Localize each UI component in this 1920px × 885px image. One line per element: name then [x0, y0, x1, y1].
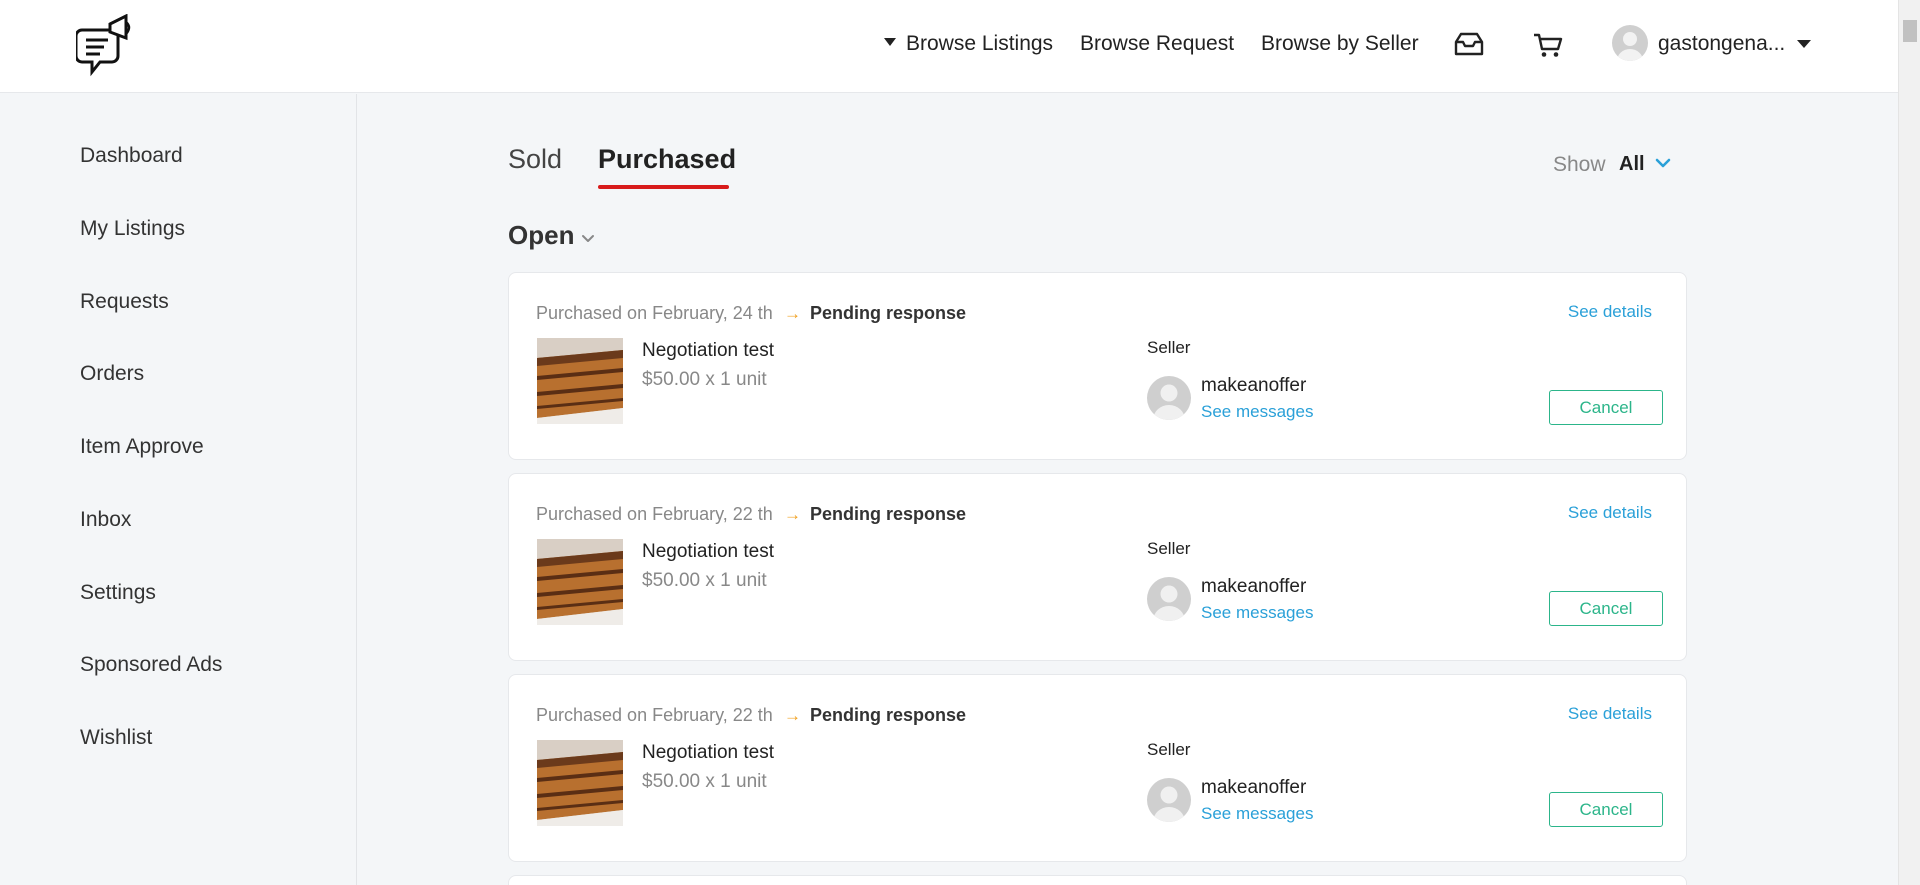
product-price: $50.00 x 1 unit: [642, 369, 767, 390]
browse-listings-menu[interactable]: Browse Listings: [884, 32, 1053, 56]
see-details-link[interactable]: See details: [1568, 302, 1652, 322]
cart-icon[interactable]: [1531, 30, 1565, 60]
order-status: Pending response: [810, 705, 967, 725]
see-messages-link[interactable]: See messages: [1201, 603, 1313, 623]
username-label[interactable]: gastongena...: [1658, 32, 1785, 56]
arrow-right-icon: →: [784, 706, 801, 725]
order-status: Pending response: [810, 303, 967, 323]
sidebar: Dashboard My Listings Requests Orders It…: [0, 94, 357, 885]
sidebar-item-requests[interactable]: Requests: [80, 290, 169, 314]
see-details-link[interactable]: See details: [1568, 503, 1652, 523]
sidebar-item-settings[interactable]: Settings: [80, 581, 156, 605]
tab-sold[interactable]: Sold: [508, 144, 562, 175]
product-title[interactable]: Negotiation test: [642, 541, 774, 563]
order-status: Pending response: [810, 504, 967, 524]
order-card: Purchased on February, 24 th → Pending r…: [508, 272, 1687, 460]
product-price: $50.00 x 1 unit: [642, 570, 767, 591]
sidebar-item-dashboard[interactable]: Dashboard: [80, 144, 183, 168]
seller-avatar: [1147, 577, 1191, 621]
sidebar-item-item-approve[interactable]: Item Approve: [80, 435, 204, 459]
product-price: $50.00 x 1 unit: [642, 771, 767, 792]
see-messages-link[interactable]: See messages: [1201, 402, 1313, 422]
show-filter-label: Show: [1553, 153, 1606, 176]
page-scrollbar[interactable]: [1898, 0, 1920, 885]
browse-listings-label: Browse Listings: [906, 32, 1054, 55]
chevron-down-icon[interactable]: [580, 230, 596, 246]
user-avatar[interactable]: [1612, 25, 1648, 61]
sidebar-item-my-listings[interactable]: My Listings: [80, 217, 185, 241]
tab-purchased[interactable]: Purchased: [598, 144, 736, 175]
purchase-date: Purchased on February, 22 th: [536, 705, 773, 725]
cancel-button[interactable]: Cancel: [1549, 792, 1663, 827]
arrow-right-icon: →: [784, 304, 801, 323]
seller-name: makeanoffer: [1201, 576, 1307, 597]
purchase-date: Purchased on February, 22 th: [536, 504, 773, 524]
product-thumbnail[interactable]: [537, 539, 623, 625]
order-card: Purchased on February, 22 th → Pending r…: [508, 473, 1687, 661]
seller-name: makeanoffer: [1201, 777, 1307, 798]
seller-name: makeanoffer: [1201, 375, 1307, 396]
scrollbar-thumb[interactable]: [1903, 20, 1917, 42]
section-title[interactable]: Open: [508, 220, 574, 251]
browse-by-seller-link[interactable]: Browse by Seller: [1261, 32, 1419, 56]
sidebar-item-inbox[interactable]: Inbox: [80, 508, 131, 532]
product-title[interactable]: Negotiation test: [642, 742, 774, 764]
arrow-right-icon: →: [784, 505, 801, 524]
order-card: Purchased on February, 22 th → Pending r…: [508, 674, 1687, 862]
seller-label: Seller: [1147, 338, 1191, 357]
see-details-link[interactable]: See details: [1568, 704, 1652, 724]
browse-request-link[interactable]: Browse Request: [1080, 32, 1234, 56]
chevron-down-icon[interactable]: [1654, 154, 1672, 172]
logo-icon[interactable]: [76, 14, 138, 78]
seller-label: Seller: [1147, 740, 1191, 759]
product-thumbnail[interactable]: [537, 338, 623, 424]
product-title[interactable]: Negotiation test: [642, 340, 774, 362]
order-card-partial: [508, 875, 1687, 885]
purchase-date: Purchased on February, 24 th: [536, 303, 773, 323]
sidebar-item-orders[interactable]: Orders: [80, 362, 144, 386]
inbox-tray-icon[interactable]: [1452, 30, 1486, 60]
seller-avatar: [1147, 778, 1191, 822]
sidebar-item-sponsored-ads[interactable]: Sponsored Ads: [80, 653, 222, 677]
cancel-button[interactable]: Cancel: [1549, 390, 1663, 425]
sidebar-item-wishlist[interactable]: Wishlist: [80, 726, 152, 750]
see-messages-link[interactable]: See messages: [1201, 804, 1313, 824]
seller-label: Seller: [1147, 539, 1191, 558]
top-header: Browse Listings Browse Request Browse by…: [0, 0, 1898, 93]
product-thumbnail[interactable]: [537, 740, 623, 826]
cancel-button[interactable]: Cancel: [1549, 591, 1663, 626]
seller-avatar: [1147, 376, 1191, 420]
show-filter-value[interactable]: All: [1619, 153, 1645, 176]
user-menu-caret-icon[interactable]: [1797, 40, 1811, 48]
active-tab-indicator: [598, 185, 729, 189]
caret-down-icon: [884, 38, 896, 47]
